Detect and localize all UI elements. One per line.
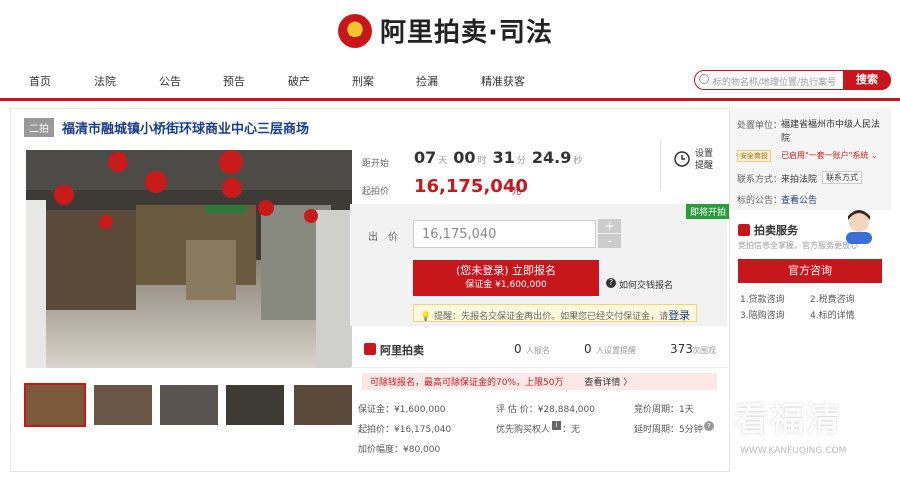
watermark-url: WWW.KANFUQING.COM [740,446,847,456]
tip-login-link[interactable]: 登录 [668,309,690,322]
detail-deposit: 保证金：¥1,600,000 [358,405,446,415]
cd-hours: 00 [453,148,476,167]
search-box: 标的物名称/地理位置/执行案号 搜索 [694,70,891,90]
start-price-unit: 元 [512,187,522,197]
service-link-tax[interactable]: 2.税费咨询 [810,292,855,305]
safe-text[interactable]: 已启用"一套一账户"系统 ⌄ [781,150,878,161]
main-photo[interactable] [26,150,352,368]
service-link-accompany[interactable]: 3.陪购咨询 [740,308,785,321]
brand-label: 阿里拍卖 [380,344,424,357]
header-divider [0,98,900,101]
stats-row: 阿里拍卖 0 人报名 0 人设置提醒 373 次围观 [350,330,727,368]
cd-days: 07 [414,148,437,167]
cd-days-unit: 天 [438,156,448,166]
stat-signups-num: 0 [514,342,522,356]
cd-hours-unit: 时 [477,156,487,166]
stat-views-label: 次围观 [692,346,716,355]
register-line-2: 保证金 ¥1,600,000 [465,280,547,290]
safe-badge: 安全商投 [737,150,771,162]
thumbnail-2[interactable] [94,385,152,425]
mall-interior-image [26,150,352,368]
stat-reminders-label: 人设置提醒 [596,346,636,355]
stat-reminders-num: 0 [584,342,592,356]
instant-badge: 即将开拍 [686,204,731,219]
search-input[interactable]: 标的物名称/地理位置/执行案号 [713,75,836,88]
nav-item-criminal[interactable]: 刑案 [352,73,374,89]
unit-value[interactable]: 福建省福州市中级人民法院 [781,118,881,146]
detail-appraisal: 评 估 价：¥28,884,000 [496,405,595,415]
register-button[interactable]: (您未登录) 立即报名 保证金 ¥1,600,000 [413,260,599,296]
nav-item-bankruptcy[interactable]: 破产 [288,73,310,89]
set-reminder[interactable]: 设置 提醒 [660,140,728,190]
bid-decrease-button[interactable]: - [598,234,621,248]
register-line-1: (您未登录) 立即报名 [455,264,557,277]
official-consult-button[interactable]: 官方咨询 [738,259,882,283]
detail-cycle: 竞价周期：1天 [634,405,694,415]
detail-priority-value: ：无 [562,425,581,435]
nav-item-bargain[interactable]: 捡漏 [416,73,438,89]
cd-seconds: 24.9 [531,148,572,167]
cd-seconds-unit: 秒 [573,156,583,166]
header: ⚖ 阿里拍卖·司法 [0,0,900,62]
auction-title-row: 二拍 福清市融城镇小桥街环球商业中心三层商场 [24,118,309,137]
start-price: 16,175,040 [414,176,528,197]
detail-increment: 加价幅度：¥80,000 [358,445,441,455]
service-link-loan[interactable]: 1.贷款咨询 [740,292,785,305]
extend-help-icon[interactable]: ? [704,421,714,431]
login-tip: 💡 提醒：先报名交保证金再出价。如果您已经交付保证金，请登录 [413,304,697,322]
loan-more-link[interactable]: 查看详情 〉 [584,378,632,388]
loan-tip: 可除钱报名，最高可除保证金的70%，上限50万 查看详情 〉 [362,373,717,390]
thumbnail-3[interactable] [160,385,218,425]
priority-info-icon[interactable]: i [552,421,561,430]
question-icon: ? [606,278,616,288]
watermark: 看福清 [734,400,842,440]
bid-increase-button[interactable]: + [598,219,621,233]
service-link-detail[interactable]: 4.标的详情 [810,308,855,321]
search-icon [699,74,709,84]
thumbnail-4[interactable] [226,385,284,425]
service-agent-avatar [846,210,872,244]
thumbnail-1[interactable] [24,383,86,427]
search-button[interactable]: 搜索 [843,70,891,90]
nav-item-home[interactable]: 首页 [29,73,51,89]
cd-minutes-unit: 分 [516,156,526,166]
contact-value: 来拍法院 [781,175,818,185]
notice-label: 标的公告： [737,196,783,206]
nav-item-preview[interactable]: 预告 [223,73,245,89]
how-to-pay-link[interactable]: 如何交钱报名 [619,278,673,291]
service-title: 拍卖服务 [754,224,798,237]
stat-signups-label: 人报名 [526,346,550,355]
cd-minutes: 31 [492,148,515,167]
detail-start-price: 起拍价：¥16,175,040 [358,425,452,435]
unit-label: 处置单位： [737,121,783,131]
nav-item-leads[interactable]: 精准获客 [481,73,525,89]
loan-tip-text: 可除钱报名，最高可除保证金的70%，上限50万 [370,378,564,388]
service-logo-icon [738,224,750,236]
notice-link[interactable]: 查看公告 [781,193,817,206]
site-title: 阿里拍卖·司法 [380,18,553,48]
detail-priority: 优先购买权人 [496,425,551,435]
thumbnail-5[interactable] [294,385,352,425]
countdown: 07 天 00 时 31 分 24.9 秒 [414,148,588,167]
court-emblem-icon: ⚖ [338,13,372,48]
tip-text: 提醒：先报名交保证金再出价。如果您已经交付保证金，请 [434,312,669,322]
stat-views-num: 373 [670,342,693,356]
start-price-label: 起拍价 [362,187,390,197]
bid-label: 出 价 [368,232,398,243]
auction-logo-icon [364,343,376,355]
nav-item-notice[interactable]: 公告 [159,73,181,89]
countdown-label: 距开始 [362,159,390,169]
remind-label-2: 提醒 [695,161,714,171]
contact-button[interactable]: 联系方式 [822,171,862,184]
nav-item-court[interactable]: 法院 [94,73,116,89]
alarm-clock-icon [674,151,690,167]
auction-title: 福清市融城镇小桥街环球商业中心三层商场 [62,122,310,137]
detail-extend: 延时周期：5分钟 [634,425,703,435]
bid-input[interactable]: 16,175,040 [413,220,596,248]
contact-label: 联系方式： [737,175,783,185]
round-badge: 二拍 [24,118,54,137]
bulb-icon: 💡 [420,312,432,322]
site-logo[interactable]: ⚖ 阿里拍卖·司法 [338,12,553,49]
